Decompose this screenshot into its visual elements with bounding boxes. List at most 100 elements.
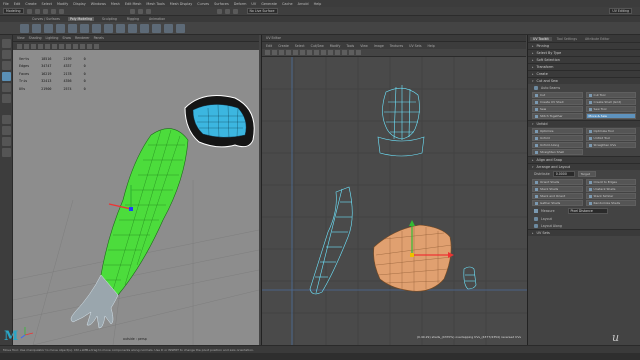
viewport-menu-item[interactable]: Shading — [29, 36, 42, 40]
uv-menu-item[interactable]: Cut/Sew — [311, 44, 324, 48]
gamma-icon[interactable] — [94, 43, 99, 49]
combine-icon[interactable] — [80, 23, 89, 33]
create-shell-grid-button[interactable]: Create Shell (Grid) — [585, 99, 636, 105]
select-hierarchy-icon[interactable] — [129, 8, 135, 14]
head-uv-shell[interactable] — [377, 85, 425, 157]
uv-menu-item[interactable]: Help — [428, 44, 435, 48]
grid-icon[interactable] — [24, 43, 29, 49]
uv-gamma-icon[interactable] — [342, 50, 347, 55]
xray-icon[interactable] — [66, 43, 71, 49]
menu-item[interactable]: Windows — [91, 2, 106, 6]
uv-menu-item[interactable]: View — [360, 44, 368, 48]
optimize-tool-button[interactable]: Optimize Tool — [585, 128, 636, 134]
shelf-tab[interactable]: Curves / Surfaces — [30, 17, 62, 21]
head-mesh[interactable] — [184, 95, 255, 148]
lights-icon[interactable] — [52, 43, 57, 49]
separate-icon[interactable] — [92, 23, 101, 33]
randomize-shells-button[interactable]: Randomize Shells — [585, 200, 636, 206]
menu-item[interactable]: Select — [42, 2, 52, 6]
move-and-sew-button[interactable]: Move & Sew — [585, 113, 636, 119]
menu-item[interactable]: UV — [251, 2, 256, 6]
mirror-icon[interactable] — [176, 23, 185, 33]
uv-grid-icon[interactable] — [293, 50, 298, 55]
cut-tool-button[interactable]: Cut Tool — [585, 92, 636, 98]
gather-shells-button[interactable]: Gather Shells — [532, 200, 583, 206]
uv-menu-item[interactable]: Edit — [266, 44, 272, 48]
menu-item[interactable]: Mesh Display — [170, 2, 193, 6]
uv-exposure-icon[interactable] — [335, 50, 340, 55]
shelf-tab[interactable]: Sculpting — [100, 17, 119, 21]
section-align-and-snap[interactable]: ▸ Align and Snap — [528, 156, 640, 163]
tab-uv-toolkit[interactable]: UV Toolkit — [530, 36, 552, 41]
menu-item[interactable]: Display — [73, 2, 86, 6]
select-object-icon[interactable] — [137, 8, 143, 14]
tab-tool-settings[interactable]: Tool Settings — [554, 37, 580, 41]
shelf-tab[interactable]: Animation — [147, 17, 167, 21]
redo-icon[interactable] — [58, 8, 64, 14]
shadows-icon[interactable] — [59, 43, 64, 49]
stitch-together-button[interactable]: Stitch Together — [532, 113, 583, 119]
workspace-selector[interactable]: UV Editing — [609, 8, 632, 14]
leg-uv-shell[interactable] — [309, 186, 353, 295]
uv-menu-item[interactable]: UV Sets — [409, 44, 421, 48]
snap-curve-icon[interactable] — [224, 8, 230, 14]
leg-mesh[interactable] — [100, 128, 189, 296]
smooth-icon[interactable] — [164, 23, 173, 33]
stack-similar-button[interactable]: Stack Similar — [585, 193, 636, 199]
select-tool-icon[interactable] — [2, 39, 11, 48]
uv-menu-item[interactable]: Tools — [346, 44, 354, 48]
uv-menu-item[interactable]: Image — [374, 44, 384, 48]
uv-menu-item[interactable]: Modify — [330, 44, 341, 48]
viewport-menu-item[interactable]: Panels — [94, 36, 104, 40]
orient-to-edges-button[interactable]: Orient to Edges — [585, 179, 636, 185]
distribute-value-field[interactable]: 0.0000 — [552, 171, 575, 177]
menu-item[interactable]: Create — [25, 2, 36, 6]
straighten-shell-button[interactable]: Straighten Shell — [532, 149, 583, 155]
section-uv-sets[interactable]: ▸ UV Sets — [528, 229, 640, 236]
lasso-tool-icon[interactable] — [2, 50, 11, 59]
uv-menu-item[interactable]: Create — [278, 44, 289, 48]
move-tool-icon[interactable] — [2, 72, 11, 81]
uv-canvas[interactable]: (0.40.29) shells_(4370%) overlapping UVs… — [262, 57, 527, 345]
new-scene-icon[interactable] — [26, 8, 32, 14]
menu-item[interactable]: File — [3, 2, 9, 6]
viewport-menu-item[interactable]: View — [17, 36, 25, 40]
poly-cylinder-icon[interactable] — [44, 23, 53, 33]
shelf-tab-active[interactable]: Poly Modeling — [67, 17, 95, 21]
stack-shells-button[interactable]: Stack Shells — [532, 186, 583, 192]
bevel-icon[interactable] — [128, 23, 137, 33]
menu-item[interactable]: Curves — [197, 2, 209, 6]
sew-button[interactable]: Sew — [532, 106, 583, 112]
outliner-icon[interactable] — [2, 148, 11, 157]
menu-item[interactable]: Mesh Tools — [146, 2, 164, 6]
rotate-tool-icon[interactable] — [2, 83, 11, 92]
selected-uv-shell[interactable] — [373, 224, 453, 292]
live-surface-field[interactable]: No Live Surface — [246, 8, 278, 14]
menu-item[interactable]: Deform — [234, 2, 247, 6]
menu-item[interactable]: Edit Mesh — [125, 2, 142, 6]
section-soft-selection[interactable]: ▸ Soft Selection — [528, 56, 640, 63]
bridge-icon[interactable] — [116, 23, 125, 33]
straighten-uvs-button[interactable]: Straighten UVs — [585, 142, 636, 148]
resolution-gate-icon[interactable] — [80, 43, 85, 49]
section-arrange-and-layout[interactable]: ▾ Arrange and Layout — [528, 163, 640, 170]
multi-cut-icon[interactable] — [152, 23, 161, 33]
shaded-icon[interactable] — [38, 43, 43, 49]
measure-dropdown[interactable]: Pixel Distance — [567, 208, 608, 214]
wireframe-icon[interactable] — [31, 43, 36, 49]
layout-side-icon[interactable] — [2, 137, 11, 146]
uv-move-icon[interactable] — [272, 50, 277, 55]
section-unfold[interactable]: ▾ Unfold — [528, 120, 640, 127]
layout-along-button[interactable]: Layout Along — [528, 222, 640, 229]
menu-item[interactable]: Cache — [282, 2, 293, 6]
uv-filter-icon[interactable] — [328, 50, 333, 55]
layout-button[interactable]: Layout — [528, 215, 640, 222]
layout-single-icon[interactable] — [2, 115, 11, 124]
command-line[interactable] — [0, 353, 640, 360]
uv-scale-icon[interactable] — [286, 50, 291, 55]
auto-seams-button[interactable]: Auto Seams — [528, 84, 640, 91]
uv-rotate-icon[interactable] — [279, 50, 284, 55]
menu-item[interactable]: Modify — [57, 2, 68, 6]
viewport-menu-item[interactable]: Show — [62, 36, 71, 40]
uv-snapshot-icon[interactable] — [349, 50, 354, 55]
